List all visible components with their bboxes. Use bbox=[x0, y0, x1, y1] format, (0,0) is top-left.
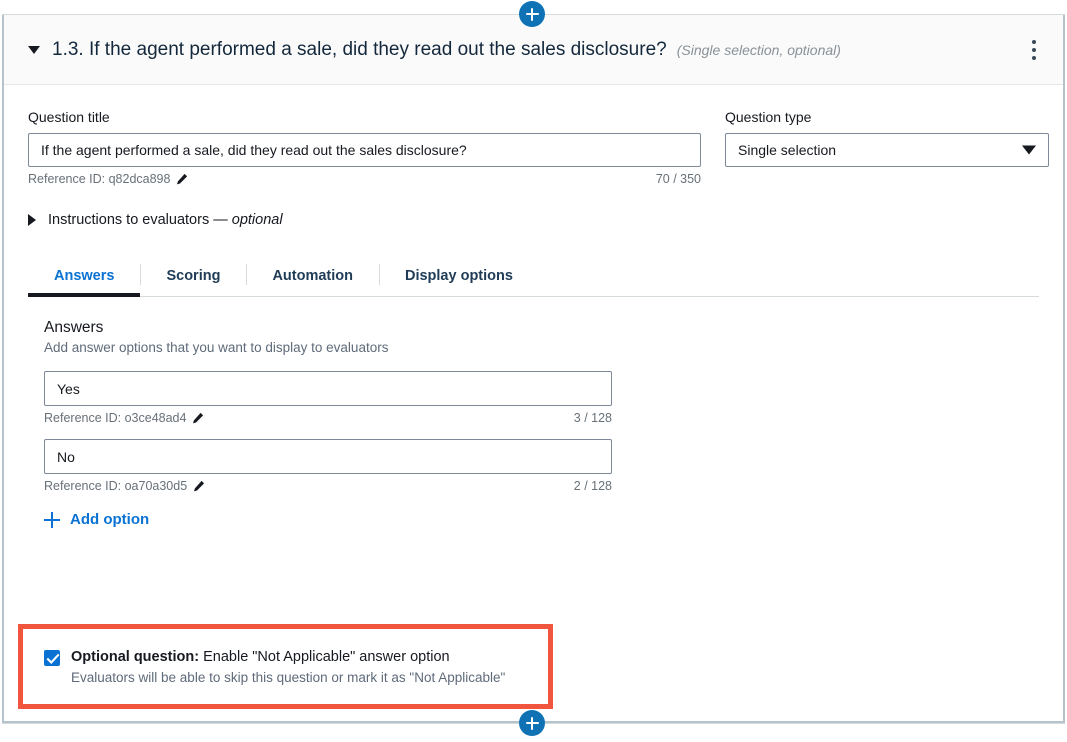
answer-reference-id-text: Reference ID: o3ce48ad4 bbox=[44, 411, 186, 425]
optional-question-label-rest: Enable "Not Applicable" answer option bbox=[199, 649, 450, 665]
optional-question-description: Evaluators will be able to skip this que… bbox=[71, 669, 505, 687]
plus-icon-vertical bbox=[531, 8, 534, 21]
question-title-input[interactable] bbox=[28, 133, 701, 167]
question-title-sub-row: Reference ID: q82dca898 70 / 350 bbox=[28, 172, 701, 186]
answers-panel: Answers Add answer options that you want… bbox=[28, 297, 1039, 528]
edit-pencil-icon[interactable] bbox=[192, 412, 204, 424]
edit-pencil-icon[interactable] bbox=[176, 173, 188, 185]
question-header-meta: (Single selection, optional) bbox=[677, 42, 841, 58]
tab-scoring[interactable]: Scoring bbox=[140, 255, 246, 296]
answer-option-row: Reference ID: oa70a30d5 2 / 128 bbox=[44, 439, 612, 493]
kebab-dot bbox=[1032, 56, 1036, 60]
question-reference-id-text: Reference ID: q82dca898 bbox=[28, 172, 170, 186]
question-type-select[interactable]: Single selection bbox=[725, 133, 1049, 167]
optional-question-row: Optional question: Enable "Not Applicabl… bbox=[23, 629, 548, 687]
instructions-label: Instructions to evaluators — optional bbox=[48, 212, 283, 228]
answer-option-sub-row: Reference ID: o3ce48ad4 3 / 128 bbox=[44, 411, 612, 425]
add-question-above-button[interactable] bbox=[519, 1, 545, 27]
answer-option-counter: 3 / 128 bbox=[574, 411, 612, 425]
plus-icon bbox=[44, 512, 60, 528]
plus-icon-vertical bbox=[531, 717, 534, 730]
tab-scoring-label: Scoring bbox=[166, 268, 220, 284]
kebab-dot bbox=[1032, 40, 1036, 44]
tab-display-options-label: Display options bbox=[405, 268, 513, 284]
tab-answers-label: Answers bbox=[54, 268, 114, 284]
tab-display-options[interactable]: Display options bbox=[379, 255, 539, 296]
answer-option-row: Reference ID: o3ce48ad4 3 / 128 bbox=[44, 371, 612, 425]
kebab-dot bbox=[1032, 48, 1036, 52]
question-title-counter: 70 / 350 bbox=[656, 172, 701, 186]
question-type-selected-value: Single selection bbox=[738, 142, 836, 158]
answer-option-input-1[interactable] bbox=[44, 371, 612, 406]
answers-description: Add answer options that you want to disp… bbox=[44, 340, 1039, 355]
answer-option-input-2[interactable] bbox=[44, 439, 612, 474]
answers-heading: Answers bbox=[44, 319, 1039, 337]
tab-answers[interactable]: Answers bbox=[28, 255, 140, 296]
answer-reference-id: Reference ID: oa70a30d5 bbox=[44, 479, 205, 493]
question-title-field-group: Question title Reference ID: q82dca898 7… bbox=[28, 109, 701, 186]
tab-automation-label: Automation bbox=[272, 268, 353, 284]
question-editor-canvas: 1.3. If the agent performed a sale, did … bbox=[0, 0, 1067, 742]
question-header-title: 1.3. If the agent performed a sale, did … bbox=[52, 39, 667, 61]
question-reference-id: Reference ID: q82dca898 bbox=[28, 172, 188, 186]
caret-down-icon[interactable] bbox=[28, 46, 40, 54]
answer-option-counter: 2 / 128 bbox=[574, 479, 612, 493]
question-title-label: Question title bbox=[28, 109, 701, 125]
instructions-label-text: Instructions to evaluators — bbox=[48, 212, 232, 228]
answer-reference-id: Reference ID: o3ce48ad4 bbox=[44, 411, 204, 425]
optional-question-checkbox[interactable] bbox=[44, 650, 60, 666]
question-tabs: Answers Scoring Automation Display optio… bbox=[28, 255, 1039, 297]
check-icon bbox=[46, 652, 60, 666]
optional-question-label-bold: Optional question: bbox=[71, 649, 199, 665]
question-type-field-group: Question type Single selection bbox=[725, 109, 1049, 186]
question-card-body: Question title Reference ID: q82dca898 7… bbox=[4, 85, 1063, 528]
optional-question-label: Optional question: Enable "Not Applicabl… bbox=[71, 649, 450, 665]
tab-automation[interactable]: Automation bbox=[246, 255, 379, 296]
answer-option-sub-row: Reference ID: oa70a30d5 2 / 128 bbox=[44, 479, 612, 493]
edit-pencil-icon[interactable] bbox=[193, 480, 205, 492]
optional-question-highlight: Optional question: Enable "Not Applicabl… bbox=[18, 624, 553, 709]
optional-question-text-group: Optional question: Enable "Not Applicabl… bbox=[71, 648, 505, 687]
instructions-optional-word: optional bbox=[232, 212, 283, 228]
question-type-label: Question type bbox=[725, 109, 1049, 125]
add-question-below-button[interactable] bbox=[519, 710, 545, 736]
chevron-down-icon bbox=[1022, 146, 1036, 155]
answer-reference-id-text: Reference ID: oa70a30d5 bbox=[44, 479, 187, 493]
instructions-disclosure[interactable]: Instructions to evaluators — optional bbox=[28, 212, 1039, 228]
more-options-icon[interactable] bbox=[1021, 35, 1047, 65]
caret-right-icon bbox=[28, 214, 36, 226]
title-and-type-row: Question title Reference ID: q82dca898 7… bbox=[28, 109, 1039, 186]
add-option-button[interactable]: Add option bbox=[44, 511, 149, 528]
add-option-label: Add option bbox=[70, 511, 149, 528]
question-card: 1.3. If the agent performed a sale, did … bbox=[2, 15, 1065, 723]
